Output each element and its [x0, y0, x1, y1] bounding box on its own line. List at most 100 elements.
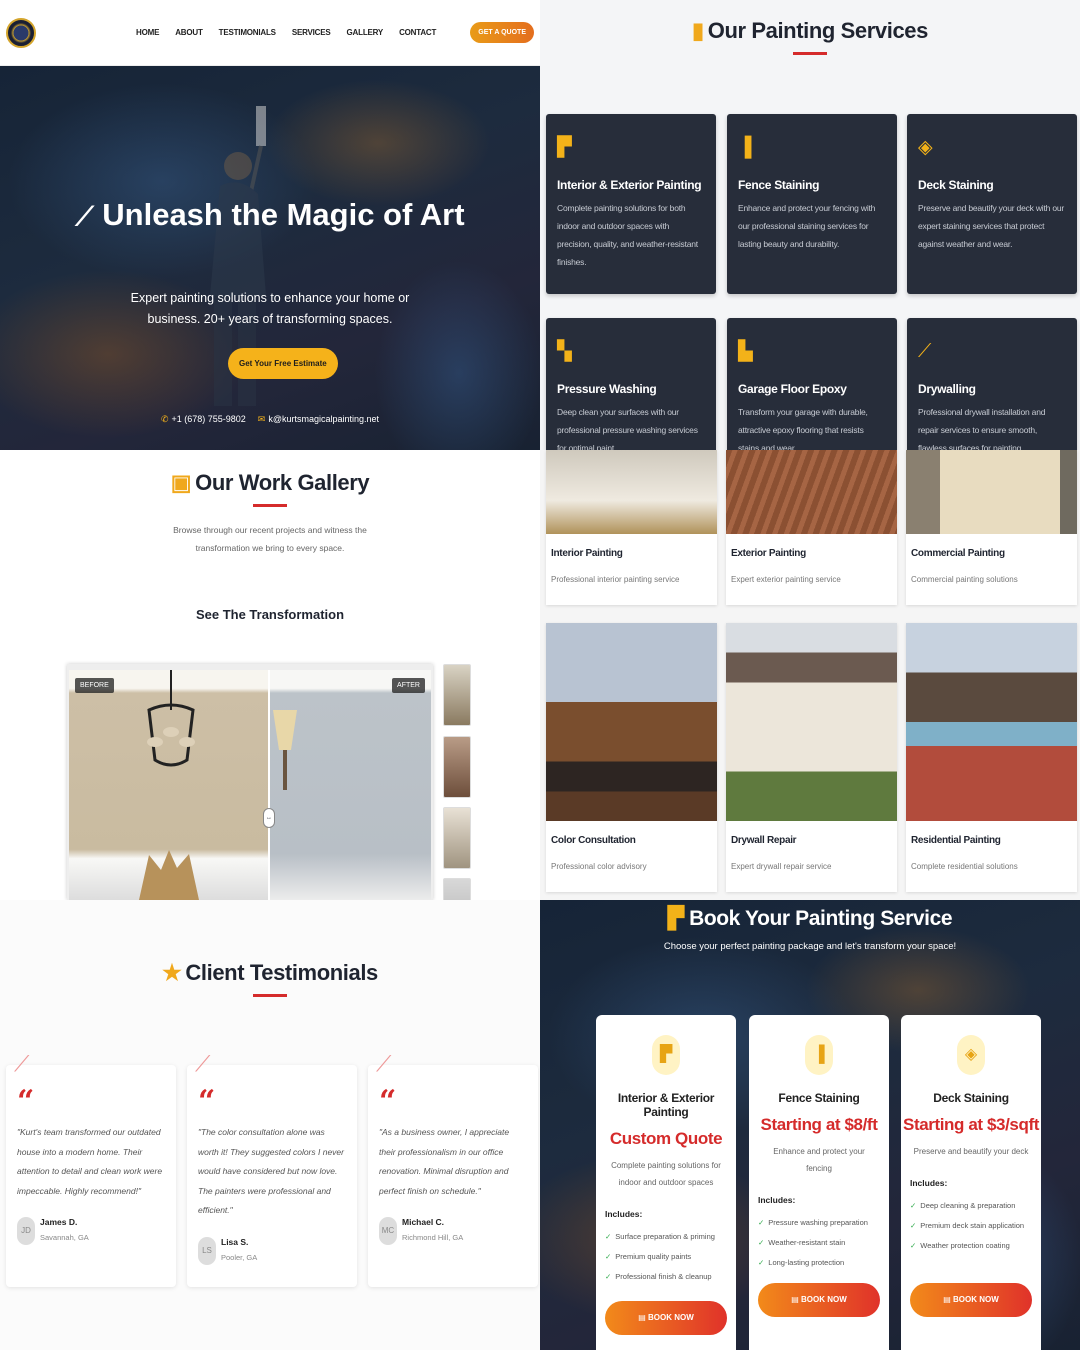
gallery-grid-panel: Interior Painting Professional interior … [540, 450, 1080, 900]
author-name: James D. [40, 1217, 78, 1227]
paint-roller-icon: ▛ [652, 1035, 680, 1075]
gallery-panel: ▣ Our Work Gallery Browse through our rec… [0, 450, 540, 900]
author-location: Pooler, GA [221, 1252, 258, 1262]
package-price: Custom Quote [609, 1129, 723, 1148]
gallery-subtitle: Browse through our recent projects and w… [173, 525, 367, 553]
commercial-painting-image [906, 450, 1077, 534]
gallery-card-desc: Expert drywall repair service [731, 862, 832, 871]
gallery-card-title: Interior Painting [551, 548, 623, 559]
slider-handle[interactable]: ↔ [263, 808, 275, 828]
wall-lamp-image [273, 710, 297, 790]
star-icon: ★ [162, 960, 182, 985]
spray-bottle-icon: ▚ [557, 341, 572, 362]
feature-list: ✓ Deep cleaning & preparation ✓ Premium de… [910, 1196, 1041, 1256]
service-card[interactable]: ▛ Interior & Exterior Painting Complete … [546, 114, 716, 294]
gallery-thumbnail[interactable] [443, 807, 471, 869]
feature-item: ✓ Premium deck stain application [910, 1221, 1025, 1230]
includes-label: Includes: [605, 1209, 643, 1219]
book-now-button[interactable]: ▤ BOOK NOW [910, 1283, 1032, 1317]
author-name: Michael C. [402, 1217, 445, 1227]
services-panel: ▮ Our Painting Services ▛ Interior & Exte… [540, 0, 1080, 450]
nav-gallery[interactable]: GALLERY [347, 28, 384, 37]
hero-section: ⟋ Unleash the Magic of Art Expert painti… [0, 66, 540, 450]
testimonial-author: JD James D. Savannah, GA [17, 1217, 165, 1245]
feature-item: ✓ Weather protection coating [910, 1241, 1010, 1250]
calendar-icon: ▤ [791, 1295, 799, 1304]
logo[interactable] [6, 5, 36, 61]
gallery-card[interactable]: Residential Painting Complete residentia… [906, 623, 1077, 892]
before-tag: BEFORE [75, 678, 114, 693]
color-consultation-image [546, 623, 717, 821]
gallery-card-desc: Expert exterior painting service [731, 575, 841, 584]
book-now-button[interactable]: ▤ BOOK NOW [758, 1283, 880, 1317]
hero-title: ⟋ Unleash the Magic of Art [75, 197, 465, 232]
book-now-button[interactable]: ▤ BOOK NOW [605, 1301, 727, 1335]
residential-painting-image [906, 623, 1077, 821]
service-card[interactable]: ◈ Deck Staining Preserve and beautify yo… [907, 114, 1077, 294]
gallery-card-title: Commercial Painting [911, 548, 1005, 559]
nav-services[interactable]: SERVICES [292, 28, 331, 37]
service-desc: Preserve and beautify your deck with our… [918, 203, 1065, 249]
gallery-card-desc: Professional interior painting service [551, 575, 680, 584]
paint-roller-icon: ▮ [692, 18, 704, 43]
nav-home[interactable]: HOME [136, 28, 159, 37]
avatar: JD [17, 1217, 35, 1245]
includes-label: Includes: [758, 1195, 796, 1205]
check-icon: ✓ [758, 1238, 765, 1247]
check-icon: ✓ [758, 1258, 765, 1267]
phone-icon: ✆ [160, 414, 169, 424]
nav-contact[interactable]: CONTACT [399, 28, 436, 37]
phone-link[interactable]: ✆ +1 (678) 755-9802 [161, 414, 246, 425]
package-card: ◈ Deck Staining Starting at $3/sqft Pres… [901, 1015, 1041, 1350]
service-card[interactable]: ▐ Fence Staining Enhance and protect you… [727, 114, 897, 294]
service-title: Deck Staining [918, 178, 994, 192]
service-card[interactable]: ⟋ Drywalling Professional drywall instal… [907, 318, 1077, 450]
package-desc: Complete painting solutions for indoor a… [611, 1161, 721, 1187]
service-title: Garage Floor Epoxy [738, 382, 847, 396]
gallery-thumbnail[interactable] [443, 664, 471, 726]
gallery-card[interactable]: Exterior Painting Expert exterior painti… [726, 450, 897, 605]
package-desc: Enhance and protect your fencing [773, 1147, 865, 1173]
gallery-card-title: Residential Painting [911, 835, 1001, 846]
testimonial-card: ⟋ “ "Kurt's team transformed our outdate… [6, 1051, 176, 1287]
nav-testimonials[interactable]: TESTIMONIALS [219, 28, 276, 37]
quote-icon: “ [198, 1084, 216, 1119]
free-estimate-button[interactable]: Get Your Free Estimate [228, 348, 338, 379]
package-price: Starting at $3/sqft [903, 1115, 1039, 1134]
gallery-thumbnail[interactable] [443, 736, 471, 798]
email-link[interactable]: ✉ k@kurtsmagicalpainting.net [258, 414, 379, 425]
author-location: Richmond Hill, GA [402, 1233, 464, 1242]
hero-contact: ✆ +1 (678) 755-9802 ✉ k@kurtsmagicalpainti… [0, 414, 540, 425]
booking-title: ▛ Book Your Painting Service [667, 907, 953, 930]
paint-roller-icon: ▛ [557, 137, 572, 158]
before-after-slider[interactable]: BEFORE AFTER ↔ [67, 664, 433, 900]
gallery-card-title: Color Consultation [551, 835, 636, 846]
check-icon: ✓ [758, 1218, 765, 1227]
slider-divider [268, 670, 270, 900]
nav-about[interactable]: ABOUT [175, 28, 203, 37]
gallery-card[interactable]: Interior Painting Professional interior … [546, 450, 717, 605]
service-card[interactable]: ▙ Garage Floor Epoxy Transform your gara… [727, 318, 897, 450]
feature-list: ✓ Pressure washing preparation ✓ Weather-r… [758, 1213, 889, 1273]
service-desc: Complete painting solutions for both ind… [557, 203, 698, 267]
services-title: ▮ Our Painting Services [692, 18, 928, 43]
service-card[interactable]: ▚ Pressure Washing Deep clean your surfa… [546, 318, 716, 450]
gallery-card[interactable]: Commercial Painting Commercial painting … [906, 450, 1077, 605]
gallery-card[interactable]: Color Consultation Professional color ad… [546, 623, 717, 892]
image-icon: ▣ [170, 470, 192, 495]
get-quote-button[interactable]: GET A QUOTE [470, 22, 534, 43]
testimonial-quote: "As a business owner, I appreciate their… [379, 1127, 510, 1196]
check-icon: ✓ [605, 1232, 612, 1241]
hero-subtitle: Expert painting solutions to enhance you… [130, 291, 410, 326]
gallery-card-desc: Commercial painting solutions [911, 575, 1018, 584]
paint-roller-icon: ▛ [667, 907, 684, 930]
exterior-painting-image [726, 450, 897, 534]
brush-icon: ▐ [805, 1035, 833, 1075]
feature-item: ✓ Weather-resistant stain [758, 1238, 846, 1247]
drywall-repair-image [726, 623, 897, 821]
calendar-icon: ▤ [638, 1313, 646, 1322]
package-card: ▐ Fence Staining Starting at $8/ft Enhan… [749, 1015, 889, 1350]
gallery-card[interactable]: Drywall Repair Expert drywall repair ser… [726, 623, 897, 892]
service-title: Fence Staining [738, 178, 820, 192]
gallery-thumbnail[interactable] [443, 878, 471, 900]
